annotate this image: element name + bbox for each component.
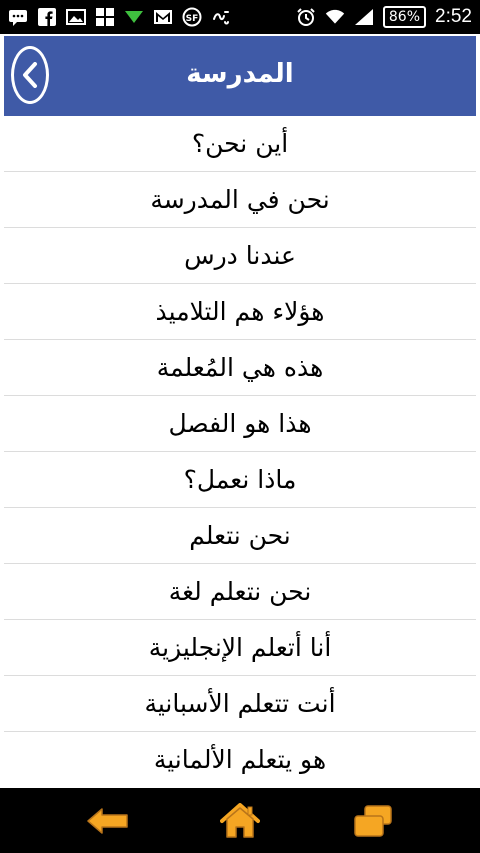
status-bar: SF 86% 2:52 (0, 0, 480, 34)
bottom-nav (0, 788, 480, 853)
list-item[interactable]: نحن في المدرسة (4, 172, 476, 228)
status-time: 2:52 (435, 6, 472, 27)
phrase-list: أين نحن؟ نحن في المدرسة عندنا درس هؤلاء … (4, 116, 476, 786)
recent-apps-icon (354, 805, 392, 837)
download-icon (124, 7, 144, 27)
gmail-icon (153, 7, 173, 27)
list-item[interactable]: أنا أتعلم الإنجليزية (4, 620, 476, 676)
facebook-icon (37, 7, 57, 27)
image-icon (66, 7, 86, 27)
nav-home-button[interactable] (217, 798, 263, 844)
sf-icon: SF (182, 7, 202, 27)
svg-text:SF: SF (186, 14, 199, 24)
wifi-icon (325, 7, 345, 27)
notification-icons: SF (8, 0, 231, 34)
list-item[interactable]: هو يتعلم الألمانية (4, 732, 476, 786)
system-status: 86% 2:52 (296, 0, 472, 34)
list-item[interactable]: ماذا نعمل؟ (4, 452, 476, 508)
list-item[interactable]: نحن نتعلم لغة (4, 564, 476, 620)
list-item[interactable]: هؤلاء هم التلاميذ (4, 284, 476, 340)
chat-icon (8, 7, 28, 27)
page-title: المدرسة (186, 59, 294, 89)
battery-indicator: 86% (382, 6, 427, 28)
signal-icon (354, 7, 374, 27)
arabic-app-icon (211, 7, 231, 27)
windows-icon (95, 7, 115, 27)
list-item[interactable]: نحن نتعلم (4, 508, 476, 564)
list-item[interactable]: عندنا درس (4, 228, 476, 284)
alarm-icon (296, 7, 316, 27)
nav-back-button[interactable] (85, 798, 131, 844)
list-item[interactable]: أين نحن؟ (4, 116, 476, 172)
app-header: المدرسة (4, 36, 476, 116)
nav-recent-button[interactable] (350, 798, 396, 844)
back-arrow-icon (87, 808, 128, 834)
home-icon (220, 803, 260, 838)
list-item[interactable]: هذا هو الفصل (4, 396, 476, 452)
list-item[interactable]: هذه هي المُعلمة (4, 340, 476, 396)
list-item[interactable]: أنت تتعلم الأسبانية (4, 676, 476, 732)
